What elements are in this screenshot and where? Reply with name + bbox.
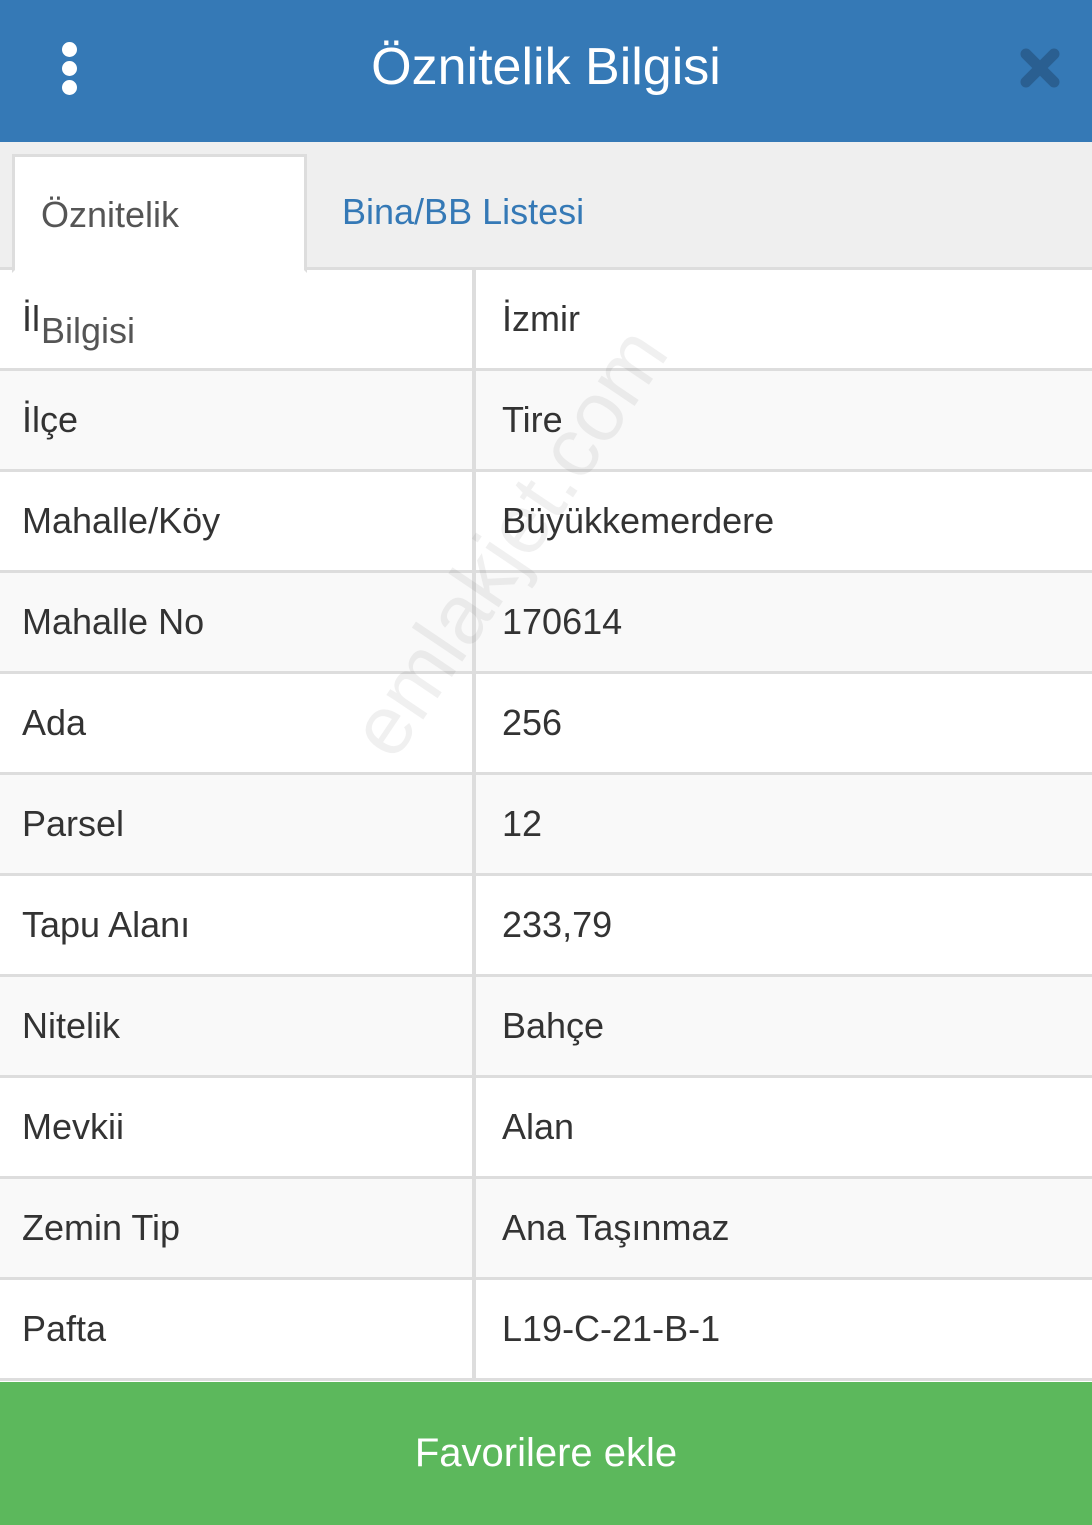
header-bar: Öznitelik Bilgisi [0,0,1092,142]
row-value: Alan [502,1106,575,1147]
row-key: Mahalle No [0,573,476,671]
row-value: 12 [502,803,543,844]
table-row: Mahalle No 170614 [0,573,1092,674]
attribute-table: İl İzmir İlçe Tire Mahalle/Köy Büyükkeme… [0,270,1092,1381]
table-row: Tapu Alanı 233,79 [0,876,1092,977]
row-key: Nitelik [0,977,476,1075]
table-row: Ada 256 [0,674,1092,775]
row-value: 170614 [502,601,623,642]
tab-bar: Öznitelik Bilgisi Bina/BB Listesi [0,142,1092,351]
table-row: Mevkii Alan [0,1078,1092,1179]
table-row: Pafta L19-C-21-B-1 [0,1280,1092,1381]
table-row: Zemin Tip Ana Taşınmaz [0,1179,1092,1280]
row-key: Pafta [0,1280,476,1378]
row-value: L19-C-21-B-1 [502,1308,721,1349]
row-value: Ana Taşınmaz [502,1207,730,1248]
close-icon[interactable] [1018,46,1062,90]
row-key: Tapu Alanı [0,876,476,974]
row-key: Ada [0,674,476,772]
row-value: Büyükkemerdere [502,500,775,541]
tab-attribute-info[interactable]: Öznitelik Bilgisi [12,154,307,351]
table-row: Nitelik Bahçe [0,977,1092,1078]
row-key: Parsel [0,775,476,873]
page-title: Öznitelik Bilgisi [371,38,721,96]
attribute-info-panel: Öznitelik Bilgisi Öznitelik Bilgisi Bina… [0,0,1092,1525]
row-key: Mevkii [0,1078,476,1176]
row-value: Bahçe [502,1005,605,1046]
add-to-favorites-button[interactable]: Favorilere ekle [0,1382,1092,1525]
row-value: İzmir [502,298,580,339]
table-row: İlçe Tire [0,371,1092,472]
table-row: Mahalle/Köy Büyükkemerdere [0,472,1092,573]
row-value: 233,79 [502,904,613,945]
table-row: Parsel 12 [0,775,1092,876]
row-key: Mahalle/Köy [0,472,476,570]
row-value: Tire [502,399,563,440]
row-value: 256 [502,702,563,743]
table-row: İl İzmir [0,270,1092,371]
tab-building-list[interactable]: Bina/BB Listesi [316,154,610,270]
row-key: Zemin Tip [0,1179,476,1277]
